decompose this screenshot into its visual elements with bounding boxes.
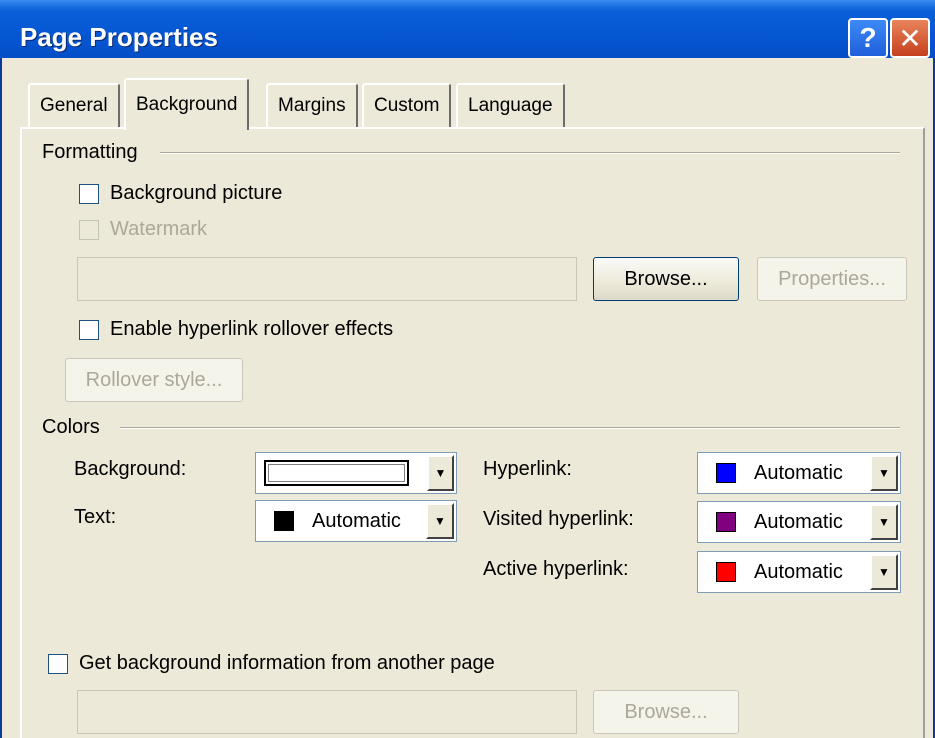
background-color-label: Background: (74, 458, 187, 480)
rollover-effects-checkbox[interactable] (79, 320, 99, 340)
chevron-down-icon[interactable]: ▼ (426, 503, 454, 539)
text-color-dropdown[interactable]: Automatic ▼ (255, 500, 457, 542)
tab-custom[interactable]: Custom (362, 83, 452, 127)
visited-hyperlink-color-label: Visited hyperlink: (483, 508, 634, 530)
visited-hyperlink-color-value: Automatic (754, 510, 843, 533)
properties-button[interactable]: Properties... (757, 257, 907, 301)
other-page-background-checkbox[interactable] (48, 654, 68, 674)
hyperlink-color-swatch (716, 463, 736, 483)
other-page-browse-button[interactable]: Browse... (593, 690, 739, 734)
tab-language[interactable]: Language (456, 83, 565, 127)
text-color-swatch (274, 511, 294, 531)
tab-background[interactable]: Background (124, 78, 250, 130)
help-button[interactable]: ? (848, 18, 888, 58)
watermark-label: Watermark (110, 218, 208, 240)
active-hyperlink-color-label: Active hyperlink: (483, 558, 629, 580)
tab-label: Background (136, 94, 238, 115)
background-picture-label: Background picture (110, 182, 283, 204)
formatting-group-label: Formatting (42, 141, 148, 164)
colors-divider (120, 427, 900, 429)
hyperlink-color-label: Hyperlink: (483, 458, 572, 480)
close-button[interactable]: ✕ (890, 18, 930, 58)
text-color-label: Text: (74, 506, 117, 528)
other-page-browse-label: Browse... (624, 700, 708, 723)
colors-group-label: Colors (42, 416, 110, 439)
background-color-dropdown[interactable]: ▼ (255, 452, 457, 494)
tab-label: Margins (278, 95, 346, 116)
chevron-down-icon[interactable]: ▼ (870, 455, 898, 491)
browse-label: Browse... (624, 267, 708, 290)
visited-hyperlink-color-swatch (716, 512, 736, 532)
watermark-checkbox[interactable] (79, 220, 99, 240)
rollover-style-button[interactable]: Rollover style... (65, 358, 243, 402)
active-hyperlink-color-dropdown[interactable]: Automatic ▼ (697, 551, 901, 593)
browse-button[interactable]: Browse... (593, 257, 739, 301)
help-icon: ? (859, 22, 877, 53)
tab-margins[interactable]: Margins (266, 83, 358, 127)
active-hyperlink-color-swatch (716, 562, 736, 582)
tab-label: Custom (374, 95, 440, 116)
close-icon: ✕ (898, 22, 922, 54)
formatting-divider (160, 152, 900, 154)
hyperlink-color-dropdown[interactable]: Automatic ▼ (697, 452, 901, 494)
chevron-down-icon[interactable]: ▼ (870, 504, 898, 540)
other-page-background-label: Get background information from another … (79, 652, 495, 674)
properties-label: Properties... (778, 267, 886, 290)
rollover-effects-label: Enable hyperlink rollover effects (110, 318, 394, 340)
background-picture-path-field[interactable] (77, 257, 577, 301)
tab-general[interactable]: General (28, 83, 120, 127)
background-color-swatch (264, 460, 409, 486)
visited-hyperlink-color-dropdown[interactable]: Automatic ▼ (697, 501, 901, 543)
tab-label: General (40, 95, 108, 116)
text-color-value: Automatic (312, 509, 401, 532)
chevron-down-icon[interactable]: ▼ (870, 554, 898, 590)
window-title: Page Properties (20, 22, 218, 52)
other-page-path-field[interactable] (77, 690, 577, 734)
hyperlink-color-value: Automatic (754, 461, 843, 484)
tab-label: Language (468, 95, 553, 116)
chevron-down-icon[interactable]: ▼ (426, 455, 454, 491)
background-picture-checkbox[interactable] (79, 184, 99, 204)
rollover-style-label: Rollover style... (85, 368, 223, 391)
active-hyperlink-color-value: Automatic (754, 560, 843, 583)
